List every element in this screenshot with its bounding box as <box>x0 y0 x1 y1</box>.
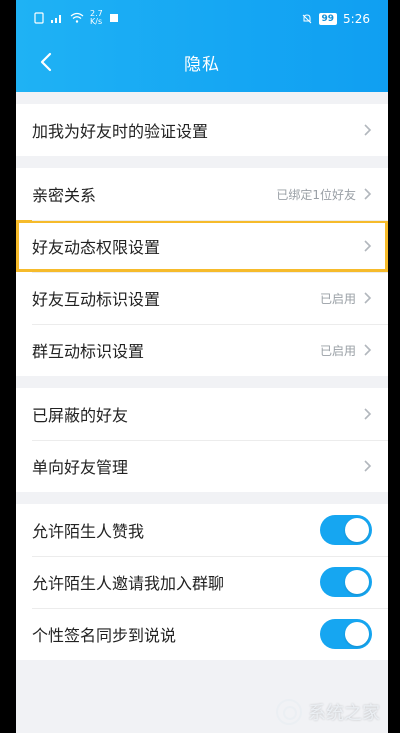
row-label: 好友互动标识设置 <box>32 290 161 309</box>
settings-group-stranger: 允许陌生人赞我 允许陌生人邀请我加入群聊 个性签名同步到说说 <box>16 504 388 660</box>
network-speed: 2.7 K/s <box>90 10 103 26</box>
row-friend-verification[interactable]: 加我为好友时的验证设置 <box>16 104 388 156</box>
row-label: 允许陌生人邀请我加入群聊 <box>32 574 225 593</box>
row-signature-sync: 个性签名同步到说说 <box>16 608 388 660</box>
row-friend-feed-permission[interactable]: 好友动态权限设置 <box>16 220 388 272</box>
toggle-switch[interactable] <box>320 567 372 597</box>
wifi-icon <box>70 12 84 23</box>
row-allow-stranger-like: 允许陌生人赞我 <box>16 504 388 556</box>
clock: 5:26 <box>343 12 370 26</box>
app-notification-icon <box>109 14 118 22</box>
settings-group-verification: 加我为好友时的验证设置 <box>16 104 388 156</box>
status-bar: 2.7 K/s 99 5:26 <box>16 0 388 36</box>
toggle-switch[interactable] <box>320 619 372 649</box>
chevron-right-icon <box>364 240 372 252</box>
chevron-right-icon <box>364 408 372 420</box>
row-friend-interaction-badge[interactable]: 好友互动标识设置 已启用 <box>16 272 388 324</box>
network-speed-unit: K/s <box>90 17 103 26</box>
chevron-right-icon <box>364 292 372 304</box>
sim-icon <box>34 12 44 24</box>
status-left: 2.7 K/s <box>34 10 119 26</box>
row-label: 群互动标识设置 <box>32 342 145 361</box>
row-intimate-relation[interactable]: 亲密关系 已绑定1位好友 <box>16 168 388 220</box>
row-group-interaction-badge[interactable]: 群互动标识设置 已启用 <box>16 324 388 376</box>
watermark-logo-icon <box>276 699 302 725</box>
row-label: 允许陌生人赞我 <box>32 522 145 541</box>
row-blocked-friends[interactable]: 已屏蔽的好友 <box>16 388 388 440</box>
chevron-right-icon <box>364 188 372 200</box>
settings-group-relations: 亲密关系 已绑定1位好友 好友动态权限设置 好友互动标识设置 已启用 群互动标识… <box>16 168 388 376</box>
app-bar: 2.7 K/s 99 5:26 隐私 <box>16 0 388 92</box>
chevron-left-icon <box>40 52 52 72</box>
row-value: 已启用 <box>319 291 356 306</box>
row-allow-stranger-group-invite: 允许陌生人邀请我加入群聊 <box>16 556 388 608</box>
chevron-right-icon <box>364 460 372 472</box>
toggle-knob <box>345 622 369 646</box>
bell-muted-icon <box>302 14 311 24</box>
toggle-switch[interactable] <box>320 515 372 545</box>
settings-group-blocking: 已屏蔽的好友 单向好友管理 <box>16 388 388 492</box>
chevron-right-icon <box>364 124 372 136</box>
row-value: 已启用 <box>319 343 356 358</box>
back-button[interactable] <box>32 48 60 76</box>
row-one-way-friends[interactable]: 单向好友管理 <box>16 440 388 492</box>
toggle-knob <box>345 518 369 542</box>
signal-icon <box>51 15 61 23</box>
row-label: 加我为好友时的验证设置 <box>32 122 209 141</box>
settings-list: 加我为好友时的验证设置 亲密关系 已绑定1位好友 好友动态权限设置 好友互动标识… <box>16 92 388 660</box>
row-value: 已绑定1位好友 <box>276 187 356 202</box>
screen: 2.7 K/s 99 5:26 隐私 加我为好友时的验证设置 亲密关系 已绑定1… <box>16 0 388 733</box>
battery-indicator: 99 <box>318 13 338 25</box>
row-label: 好友动态权限设置 <box>32 238 161 257</box>
row-label: 个性签名同步到说说 <box>32 626 177 645</box>
header: 隐私 <box>16 40 388 84</box>
row-label: 已屏蔽的好友 <box>32 406 129 425</box>
phone-frame: 2.7 K/s 99 5:26 隐私 加我为好友时的验证设置 亲密关系 已绑定1… <box>0 0 400 733</box>
row-label: 单向好友管理 <box>32 458 129 477</box>
toggle-knob <box>345 570 369 594</box>
watermark: 系统之家 <box>276 699 380 725</box>
row-label: 亲密关系 <box>32 186 97 205</box>
page-title: 隐私 <box>184 54 220 75</box>
watermark-text: 系统之家 <box>308 703 380 724</box>
status-right: 99 5:26 <box>301 12 370 26</box>
chevron-right-icon <box>364 344 372 356</box>
